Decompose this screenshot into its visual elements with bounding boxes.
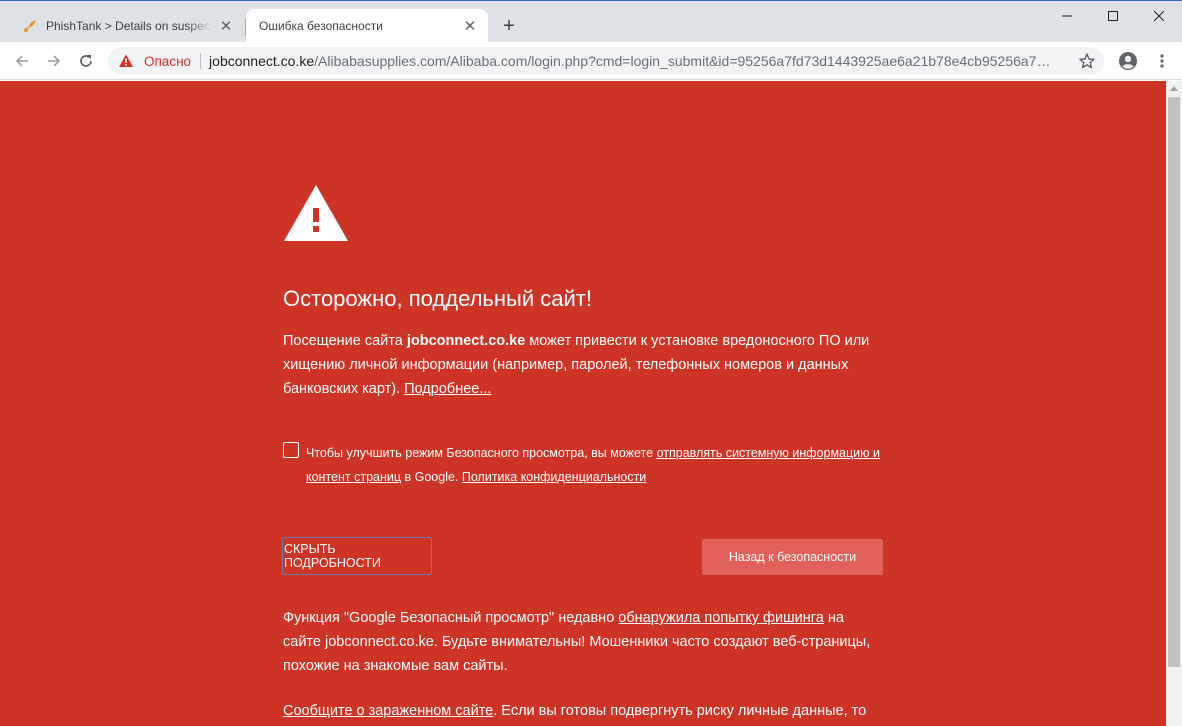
browser-window: PhishTank > Details on suspected phish ✕… bbox=[0, 0, 1182, 726]
description-prefix: Посещение сайта bbox=[283, 333, 407, 349]
scrollbar-thumb[interactable] bbox=[1168, 97, 1180, 667]
new-tab-icon[interactable]: + bbox=[498, 15, 520, 37]
url-path: /Alibabasupplies.com/Alibaba.com/login.p… bbox=[314, 53, 1055, 69]
url-host: jobconnect.co.ke bbox=[209, 53, 315, 69]
report-site-link[interactable]: Сообщите о зараженном сайте bbox=[283, 703, 493, 719]
reload-icon[interactable] bbox=[72, 47, 100, 75]
safe-browsing-interstitial: Осторожно, поддельный сайт! Посещение са… bbox=[0, 81, 1166, 726]
warning-icon[interactable] bbox=[118, 53, 134, 69]
close-icon[interactable]: ✕ bbox=[218, 18, 234, 35]
tab-title: Ошибка безопасности bbox=[259, 19, 383, 33]
profile-icon[interactable] bbox=[1114, 47, 1142, 75]
address-bar[interactable]: Опасно jobconnect.co.ke /Alibabasupplies… bbox=[108, 47, 1104, 75]
minimize-icon[interactable] bbox=[1044, 1, 1090, 31]
toolbar: Опасно jobconnect.co.ke /Alibabasupplies… bbox=[0, 42, 1182, 80]
phishing-detected-link[interactable]: обнаружила попытку фишинга bbox=[618, 610, 824, 626]
extended-reporting-option: Чтобы улучшить режим Безопасного просмот… bbox=[283, 441, 883, 489]
warning-triangle-icon bbox=[283, 184, 349, 247]
learn-more-link[interactable]: Подробнее... bbox=[404, 381, 491, 397]
window-close-icon[interactable] bbox=[1136, 1, 1182, 31]
checkbox-mid: в Google. bbox=[401, 470, 462, 484]
phishtank-favicon bbox=[22, 18, 38, 34]
tab-strip: PhishTank > Details on suspected phish ✕… bbox=[0, 0, 1182, 43]
report-paragraph: Сообщите о зараженном сайте. Если вы гот… bbox=[283, 699, 883, 723]
privacy-policy-link[interactable]: Политика конфиденциальности bbox=[462, 470, 646, 484]
page-scrollbar[interactable] bbox=[1166, 81, 1182, 726]
phishing-details: Функция "Google Безопасный просмотр" нед… bbox=[283, 606, 883, 678]
hide-details-button[interactable]: СКРЫТЬ ПОДРОБНОСТИ bbox=[282, 537, 432, 575]
report-body: . Если вы готовы подвергнуть риску личны… bbox=[493, 703, 867, 719]
security-label[interactable]: Опасно bbox=[144, 54, 191, 69]
tab-phishtank[interactable]: PhishTank > Details on suspected phish ✕ bbox=[8, 9, 244, 43]
details-prefix: Функция "Google Безопасный просмотр" нед… bbox=[283, 610, 619, 626]
omnibox-divider bbox=[200, 53, 202, 69]
back-icon[interactable] bbox=[8, 47, 36, 75]
checkbox-prefix: Чтобы улучшить режим Безопасного просмот… bbox=[306, 446, 657, 460]
checkbox-label: Чтобы улучшить режим Безопасного просмот… bbox=[306, 441, 883, 489]
back-to-safety-button[interactable]: Назад к безопасности bbox=[702, 539, 883, 575]
scroll-up-icon[interactable] bbox=[1170, 86, 1178, 91]
tab-security-error[interactable]: Ошибка безопасности ✕ bbox=[246, 9, 488, 43]
warning-description: Посещение сайта jobconnect.co.ke может п… bbox=[283, 329, 883, 401]
page-title: Осторожно, поддельный сайт! bbox=[283, 286, 592, 311]
close-icon[interactable]: ✕ bbox=[462, 18, 478, 35]
maximize-icon[interactable] bbox=[1090, 1, 1136, 31]
tab-title: PhishTank > Details on suspected phish bbox=[46, 19, 212, 33]
menu-icon[interactable] bbox=[1148, 47, 1176, 75]
forward-icon[interactable] bbox=[40, 47, 68, 75]
site-name: jobconnect.co.ke bbox=[406, 333, 526, 349]
extended-reporting-checkbox[interactable] bbox=[283, 442, 299, 458]
bookmark-star-icon[interactable] bbox=[1078, 52, 1096, 70]
